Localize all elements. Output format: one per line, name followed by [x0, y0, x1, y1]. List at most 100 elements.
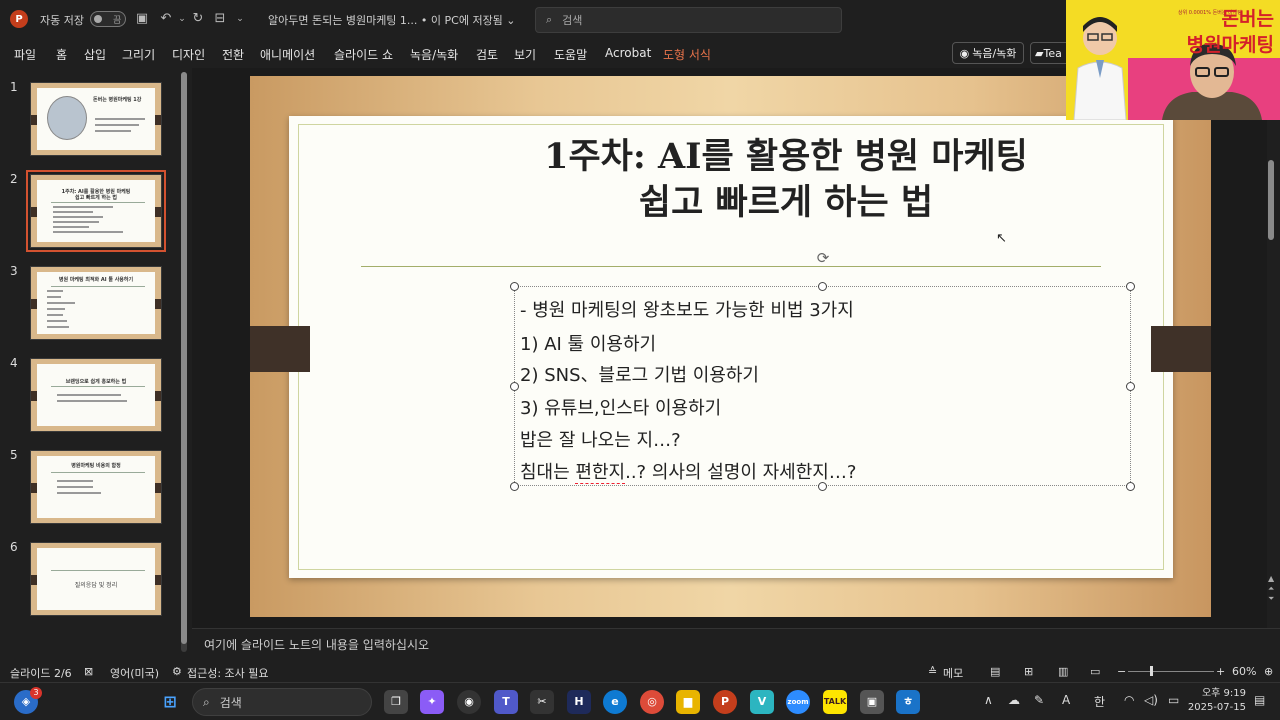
- slideshow-view-icon[interactable]: ▭: [1090, 665, 1100, 678]
- zoom-slider[interactable]: [1128, 666, 1214, 676]
- powerpoint-icon[interactable]: P: [713, 690, 737, 714]
- slide-thumbnail-4[interactable]: 브랜딩으로 쉽게 홍보하는 법: [30, 358, 162, 432]
- record-button[interactable]: ◉ 녹음/녹화: [952, 42, 1024, 64]
- teams-button[interactable]: ▰ Tea: [1030, 42, 1070, 64]
- fit-to-window-icon[interactable]: ⊕: [1264, 665, 1273, 678]
- browser-icon[interactable]: ◉: [457, 690, 481, 714]
- body-line-intro[interactable]: - 병원 마케팅의 왕초보도 가능한 비법 3가지: [520, 296, 854, 322]
- chrome-icon[interactable]: ◎: [640, 690, 664, 714]
- document-title[interactable]: 알아두면 돈되는 병원마케팅 1... • 이 PC에 저장됨 ⌄: [268, 12, 516, 28]
- normal-view-icon[interactable]: ▤: [990, 665, 1000, 678]
- tab-draw[interactable]: 그리기: [122, 46, 155, 63]
- tab-recording[interactable]: 녹음/녹화: [410, 46, 458, 63]
- body-line-2[interactable]: 2) SNS、블로그 기법 이용하기: [520, 361, 759, 387]
- hancom-icon[interactable]: ㅎ: [896, 690, 920, 714]
- zoom-out-icon[interactable]: −: [1117, 665, 1126, 678]
- tab-home[interactable]: 홈: [56, 46, 67, 63]
- copilot-icon[interactable]: ✦: [420, 690, 444, 714]
- tab-animations[interactable]: 애니메이션: [260, 46, 315, 63]
- spelling-error-text[interactable]: 편한지: [575, 462, 626, 484]
- customize-toolbar-icon[interactable]: ⌄: [232, 11, 248, 27]
- rotate-handle-icon[interactable]: ⟳: [814, 249, 832, 267]
- system-clock[interactable]: 오후 9:19 2025-07-15: [1186, 687, 1246, 715]
- search-box[interactable]: ⌕ 검색: [535, 7, 842, 33]
- tab-insert[interactable]: 삽입: [84, 46, 106, 63]
- task-view-icon[interactable]: ❐: [384, 690, 408, 714]
- notification-badge: 3: [30, 687, 42, 699]
- accessibility-icon[interactable]: ⚙: [172, 665, 182, 678]
- teams-icon[interactable]: T: [494, 690, 518, 714]
- clock-date: 2025-07-15: [1187, 702, 1246, 713]
- accessibility-status[interactable]: 접근성: 조사 필요: [187, 665, 269, 681]
- pen-icon[interactable]: ✎: [1034, 693, 1044, 707]
- resize-handle[interactable]: [510, 382, 519, 391]
- proofing-icon[interactable]: ⊠: [84, 665, 93, 678]
- save-icon[interactable]: ▣: [134, 11, 150, 27]
- language-status[interactable]: 영어(미국): [110, 665, 159, 681]
- thumbnail-scrollbar[interactable]: [181, 72, 187, 652]
- resize-handle[interactable]: [510, 482, 519, 491]
- resize-handle[interactable]: [1126, 382, 1135, 391]
- battery-icon[interactable]: ▭: [1168, 693, 1179, 707]
- notes-pane[interactable]: 여기에 슬라이드 노트의 내용을 입력하십시오: [192, 628, 1280, 658]
- ime-lang-indicator[interactable]: A: [1062, 693, 1070, 707]
- thumb-title: 돈버는 병원마케팅 1강: [93, 97, 142, 103]
- edge-icon[interactable]: e: [603, 690, 627, 714]
- tab-acrobat[interactable]: Acrobat: [605, 46, 651, 60]
- slide-thumbnail-3[interactable]: 병원 마케팅 최적화 AI 툴 사용하기: [30, 266, 162, 340]
- tab-help[interactable]: 도움말: [554, 46, 587, 63]
- body-line-3[interactable]: 3) 유튜브,인스타 이용하기: [520, 394, 721, 420]
- zoom-icon[interactable]: zoom: [786, 690, 810, 714]
- powerpoint-icon[interactable]: P: [10, 10, 28, 28]
- prev-next-slide-icon[interactable]: ▲ ⏶ ⏷: [1268, 574, 1274, 604]
- tab-transitions[interactable]: 전환: [222, 46, 244, 63]
- undo-icon[interactable]: ↶: [158, 11, 174, 27]
- cloud-sync-icon[interactable]: ☁: [1008, 693, 1020, 707]
- zoom-in-icon[interactable]: +: [1216, 665, 1225, 678]
- reading-view-icon[interactable]: ▥: [1058, 665, 1068, 678]
- wifi-icon[interactable]: ◠: [1124, 693, 1134, 707]
- ime-mode-indicator[interactable]: 한: [1094, 693, 1105, 710]
- kakaotalk-icon[interactable]: TALK: [823, 690, 847, 714]
- zoom-level[interactable]: 60%: [1232, 665, 1256, 678]
- body-line-5[interactable]: 침대는 편한지..? 의사의 설명이 자세한지…?: [520, 458, 856, 484]
- tray-chevron-icon[interactable]: ∧: [984, 693, 993, 707]
- start-icon[interactable]: ⊞: [158, 690, 182, 714]
- snipping-tool-icon[interactable]: ✂: [530, 690, 554, 714]
- resize-handle[interactable]: [510, 282, 519, 291]
- tab-file[interactable]: 파일: [14, 46, 36, 63]
- tab-shape-format[interactable]: 도형 서식: [663, 46, 711, 63]
- tab-slideshow[interactable]: 슬라이드 쇼: [334, 46, 393, 63]
- slide-thumbnail-5[interactable]: 병원마케팅 비용의 함정: [30, 450, 162, 524]
- canvas-scrollbar[interactable]: [1268, 160, 1274, 240]
- tab-view[interactable]: 보기: [514, 46, 536, 63]
- resize-handle[interactable]: [1126, 282, 1135, 291]
- slide-thumbnail-2[interactable]: 1주차: AI를 활용한 병원 마케팅 쉽고 빠르게 하는 법: [26, 170, 166, 252]
- volume-icon[interactable]: ◁): [1144, 693, 1158, 707]
- webcam-overlay: 상위 0.0001% 돈버는 마케팅 돈버는 병원마케팅: [1066, 0, 1280, 120]
- taskbar-search[interactable]: ⌕ 검색: [192, 688, 372, 716]
- body-line-1[interactable]: 1) AI 툴 이용하기: [520, 330, 656, 356]
- notes-toggle[interactable]: 메모: [943, 665, 963, 681]
- resize-handle[interactable]: [1126, 482, 1135, 491]
- slide-thumbnail-1[interactable]: 돈버는 병원마케팅 1강: [30, 82, 162, 156]
- body-line-4[interactable]: 밥은 잘 나오는 지…?: [520, 426, 681, 452]
- tab-design[interactable]: 디자인: [172, 46, 205, 63]
- autosave-toggle[interactable]: 끔: [90, 11, 126, 27]
- resize-handle[interactable]: [818, 282, 827, 291]
- tab-review[interactable]: 검토: [476, 46, 498, 63]
- app-window-icon[interactable]: ▣: [860, 690, 884, 714]
- notes-icon[interactable]: ≙: [928, 665, 937, 678]
- slide-thumbnail-6[interactable]: 질의응답 및 정리: [30, 542, 162, 616]
- undo-dropdown-icon[interactable]: ⌄: [174, 11, 190, 27]
- slide-tab-right: [1151, 326, 1211, 372]
- present-icon[interactable]: ⊟: [212, 11, 228, 27]
- vrew-icon[interactable]: V: [750, 690, 774, 714]
- h-app-icon[interactable]: H: [567, 690, 591, 714]
- notifications-icon[interactable]: ▤: [1254, 693, 1265, 707]
- slide-sorter-icon[interactable]: ⊞: [1024, 665, 1033, 678]
- file-explorer-icon[interactable]: ▆: [676, 690, 700, 714]
- body-text: 침대는: [520, 462, 576, 483]
- slide-title[interactable]: 1주차: AI를 활용한 병원 마케팅 쉽고 빠르게 하는 법: [470, 134, 1102, 226]
- redo-icon[interactable]: ↻: [190, 11, 206, 27]
